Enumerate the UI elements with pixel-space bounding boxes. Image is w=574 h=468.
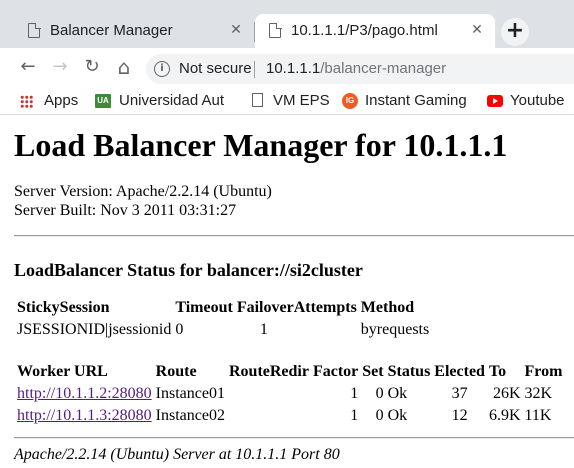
url-host: 10.1.1.1 bbox=[266, 60, 321, 77]
status-cell: Ok bbox=[387, 385, 408, 402]
omnibox-divider bbox=[254, 61, 255, 78]
table-header-row: Worker URL Route RouteRedir Factor Set S… bbox=[16, 362, 563, 382]
tab-strip: Balancer Manager ✕ 10.1.1.1/P3/pago.html… bbox=[0, 0, 574, 50]
column-header: RouteRedir bbox=[228, 363, 309, 380]
url-path: /balancer-manager bbox=[320, 60, 447, 77]
new-tab-button[interactable]: + bbox=[501, 18, 529, 46]
worker-link[interactable]: http://10.1.1.3:28080 bbox=[17, 407, 152, 424]
factor-cell: 1 bbox=[350, 407, 359, 424]
bookmark-label: Youtube bbox=[510, 92, 565, 109]
close-icon[interactable]: ✕ bbox=[228, 22, 244, 38]
balancer-heading: LoadBalancer Status for balancer://si2cl… bbox=[14, 260, 363, 280]
worker-link[interactable]: http://10.1.1.2:28080 bbox=[17, 385, 152, 402]
apps-grid-icon bbox=[20, 95, 33, 108]
youtube-icon bbox=[487, 95, 503, 107]
bookmark-universidad[interactable]: UA Universidad Aut bbox=[95, 90, 243, 112]
server-version: Server Version: Apache/2.2.14 (Ubuntu) bbox=[14, 183, 272, 200]
document-icon bbox=[252, 93, 263, 107]
column-header: Route bbox=[155, 363, 197, 380]
tab-title: Balancer Manager bbox=[50, 22, 173, 39]
tab-balancer-manager[interactable]: Balancer Manager ✕ bbox=[14, 14, 254, 50]
bookmark-label: Apps bbox=[44, 92, 79, 109]
divider bbox=[14, 235, 574, 237]
timeout-value: 0 bbox=[175, 321, 184, 338]
close-icon[interactable]: ✕ bbox=[469, 22, 485, 38]
elected-cell: 12 bbox=[451, 407, 468, 424]
set-cell: 0 bbox=[375, 385, 384, 402]
page-title: Load Balancer Manager for 10.1.1.1 bbox=[14, 127, 508, 163]
instant-gaming-icon: IG bbox=[342, 93, 358, 109]
tab-pago[interactable]: 10.1.1.1/P3/pago.html ✕ bbox=[255, 14, 495, 50]
server-signature: Apache/2.2.14 (Ubuntu) Server at 10.1.1.… bbox=[14, 446, 340, 463]
address-bar[interactable]: i Not secure 10.1.1.1/balancer-manager bbox=[146, 54, 574, 84]
set-cell: 0 bbox=[375, 407, 384, 424]
to-cell: 26K bbox=[492, 385, 521, 402]
column-header: StickySession bbox=[17, 299, 110, 316]
column-header: From bbox=[524, 363, 563, 380]
column-header: To bbox=[488, 363, 507, 380]
reload-button[interactable]: ↻ bbox=[80, 56, 104, 80]
table-header-row: StickySession Timeout FailoverAttempts M… bbox=[16, 298, 430, 318]
column-header: Status bbox=[387, 363, 431, 380]
failover-value: 1 bbox=[259, 321, 268, 338]
table-row: http://10.1.1.3:28080 Instance02 1 0 Ok … bbox=[16, 406, 563, 426]
university-logo-icon: UA bbox=[95, 94, 111, 108]
info-icon[interactable]: i bbox=[154, 61, 170, 77]
table-row: http://10.1.1.2:28080 Instance01 1 0 Ok … bbox=[16, 384, 563, 404]
bookmark-label: Universidad Aut bbox=[119, 92, 225, 109]
column-header: Elected bbox=[434, 363, 485, 380]
bookmark-youtube[interactable]: Youtube bbox=[487, 90, 574, 112]
server-built: Server Built: Nov 3 2011 03:31:27 bbox=[14, 202, 237, 219]
from-cell: 11K bbox=[524, 407, 552, 424]
table-row: JSESSIONID|jsessionid 0 1 byrequests bbox=[16, 320, 430, 340]
elected-cell: 37 bbox=[451, 385, 468, 402]
divider bbox=[14, 437, 574, 439]
from-cell: 32K bbox=[524, 385, 553, 402]
url-text[interactable]: 10.1.1.1/balancer-manager bbox=[266, 60, 446, 77]
column-header: Set bbox=[362, 363, 384, 380]
column-header: Worker URL bbox=[17, 363, 108, 380]
page-content: Load Balancer Manager for 10.1.1.1 Serve… bbox=[0, 115, 574, 468]
forward-button[interactable]: → bbox=[48, 56, 72, 80]
document-icon bbox=[28, 22, 41, 38]
bookmark-label: Instant Gaming bbox=[365, 92, 467, 109]
routeredir-cell bbox=[228, 384, 310, 404]
routeredir-cell bbox=[228, 406, 310, 426]
bookmarks-bar: Apps UA Universidad Aut VM EPS IG Instan… bbox=[0, 88, 574, 114]
column-header: Method bbox=[360, 299, 415, 316]
bookmark-instant-gaming[interactable]: IG Instant Gaming bbox=[342, 90, 472, 112]
security-label[interactable]: Not secure bbox=[179, 60, 252, 77]
workers-table: Worker URL Route RouteRedir Factor Set S… bbox=[14, 360, 565, 428]
route-cell: Instance02 bbox=[155, 407, 225, 424]
column-header: Factor bbox=[312, 363, 359, 380]
method-value: byrequests bbox=[360, 321, 430, 338]
column-header: FailoverAttempts bbox=[236, 299, 357, 316]
bookmark-apps[interactable]: Apps bbox=[20, 90, 82, 112]
bookmark-vm-eps[interactable]: VM EPS bbox=[250, 90, 330, 112]
toolbar: ← → ↻ ⌂ i Not secure 10.1.1.1/balancer-m… bbox=[0, 48, 574, 88]
to-cell: 6.9K bbox=[488, 407, 521, 424]
bookmark-label: VM EPS bbox=[273, 92, 330, 109]
factor-cell: 1 bbox=[350, 385, 359, 402]
tab-title: 10.1.1.1/P3/pago.html bbox=[291, 22, 438, 39]
document-icon bbox=[269, 22, 282, 38]
column-header: Timeout bbox=[175, 299, 233, 316]
balancer-settings-table: StickySession Timeout FailoverAttempts M… bbox=[14, 296, 432, 342]
home-button[interactable]: ⌂ bbox=[112, 56, 136, 80]
status-cell: Ok bbox=[387, 407, 408, 424]
sticky-session-value: JSESSIONID|jsessionid bbox=[17, 321, 172, 338]
route-cell: Instance01 bbox=[155, 385, 225, 402]
back-button[interactable]: ← bbox=[16, 56, 40, 80]
